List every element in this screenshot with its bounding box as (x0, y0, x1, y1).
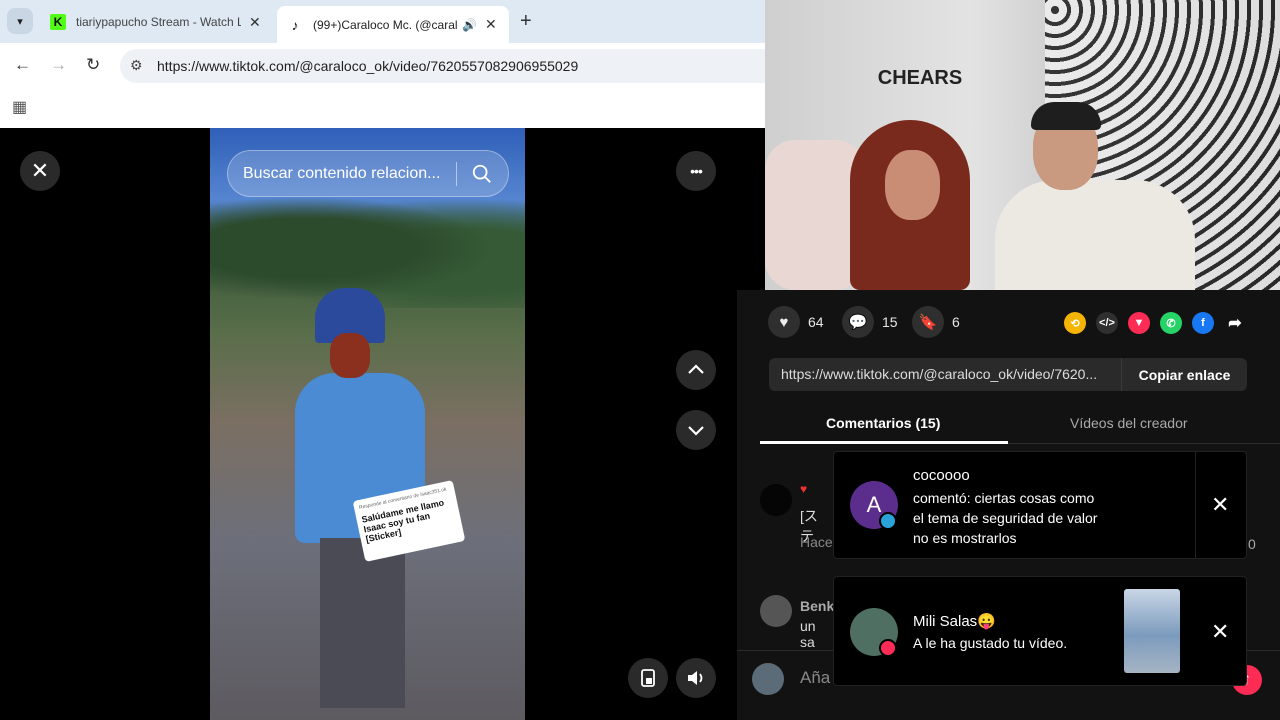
heart-emoji-icon: ♥ (800, 482, 808, 496)
notification-line: el tema de seguridad de valor (913, 510, 1098, 526)
reload-icon[interactable]: ↻ (86, 55, 100, 75)
previous-video-button[interactable] (676, 350, 716, 390)
pants (320, 538, 405, 708)
tab-strip: ▾ K tiariypapucho Stream - Watch L ✕ ♪ (… (0, 0, 765, 43)
video-thumbnail[interactable] (1124, 589, 1180, 673)
tab-kick[interactable]: K tiariypapucho Stream - Watch L ✕ (40, 6, 275, 38)
send-to-friends-icon[interactable]: ▼ (1128, 312, 1150, 334)
bookmark-icon[interactable]: 🔖 (912, 306, 944, 338)
list-item: Benk un sa (760, 595, 834, 650)
comment-badge-icon (879, 512, 897, 530)
notification-line: comentó: ciertas cosas como (913, 490, 1095, 506)
comment-count: 15 (882, 314, 898, 330)
notification-user: cocoooo (913, 467, 970, 484)
facebook-icon[interactable]: f (1192, 312, 1214, 334)
comment-icon[interactable]: 💬 (842, 306, 874, 338)
save-count: 6 (952, 314, 960, 330)
kick-favicon-icon: K (50, 14, 66, 30)
share-arrow-icon[interactable]: ➦ (1224, 312, 1246, 334)
heart-badge-icon (879, 639, 897, 657)
url-text[interactable]: https://www.tiktok.com/@caraloco_ok/vide… (157, 58, 578, 74)
woman-face (885, 150, 940, 220)
like-count: 64 (808, 314, 824, 330)
notification-body: A le ha gustado tu vídeo. (913, 633, 1067, 653)
tab-comments[interactable]: Comentarios (15) (826, 415, 940, 431)
video-frame[interactable]: Buscar contenido relacion... Responde al… (210, 128, 525, 720)
face (330, 333, 370, 378)
picture-in-picture-button[interactable] (628, 658, 668, 698)
tab-close-icon[interactable]: ✕ (485, 16, 497, 33)
like-notification[interactable]: Mili Salas😛 A le ha gustado tu vídeo. ✕ (833, 576, 1247, 686)
embed-icon[interactable]: </> (1096, 312, 1118, 334)
tab-title: (99+)Caraloco Mc. (@caralo (313, 17, 458, 32)
apps-grid-icon[interactable]: ▦ (12, 97, 27, 117)
notification-line: no es mostrarlos (913, 530, 1017, 546)
close-icon[interactable]: ✕ (1211, 492, 1229, 518)
whatsapp-icon[interactable]: ✆ (1160, 312, 1182, 334)
comment-like-count: 0 (1248, 536, 1256, 552)
video-link-text: https://www.tiktok.com/@caraloco_ok/vide… (781, 366, 1098, 382)
tab-close-icon[interactable]: ✕ (249, 14, 261, 31)
search-icon[interactable] (471, 163, 493, 185)
avatar[interactable] (760, 484, 792, 516)
man-shirt (995, 180, 1195, 290)
back-icon[interactable]: ← (14, 55, 31, 75)
video-link-box: https://www.tiktok.com/@caraloco_ok/vide… (769, 358, 1247, 391)
forward-icon[interactable]: → (50, 55, 67, 75)
comment-text: un sa (800, 618, 816, 650)
wall-sign-text: CHEARS (877, 67, 963, 89)
wall-sign: CHEARS (865, 12, 975, 102)
tiktok-favicon-icon: ♪ (291, 16, 299, 33)
audio-playing-icon[interactable]: 🔊 (462, 18, 477, 32)
chevron-up-icon (688, 364, 704, 374)
active-tab-indicator (760, 441, 1008, 444)
next-video-button[interactable] (676, 410, 716, 450)
browser-toolbar: ← → ↻ ⚙ https://www.tiktok.com/@caraloco… (0, 43, 780, 89)
heart-icon[interactable]: ♥ (768, 306, 800, 338)
repost-icon[interactable]: ⟲ (1064, 312, 1086, 334)
volume-icon (688, 671, 703, 685)
divider (1195, 452, 1196, 558)
comment-meta: Hace (800, 534, 833, 550)
comment-stat[interactable]: 💬 15 (842, 305, 898, 339)
list-item: ♥ [ステ Hace (760, 482, 833, 550)
webcam-overlay: CHEARS (765, 0, 1280, 290)
tab-search-button[interactable]: ▾ (7, 8, 33, 34)
notification-user: Mili Salas😛 (913, 613, 996, 630)
comment-tabs: Comentarios (15) Vídeos del creador (760, 408, 1280, 444)
tab-creator-videos[interactable]: Vídeos del creador (1070, 415, 1188, 431)
bookmarks-bar: ▦ (0, 89, 765, 125)
my-avatar (752, 663, 784, 695)
comment-author[interactable]: Benk (800, 598, 834, 614)
site-info-icon[interactable]: ⚙ (130, 57, 143, 74)
divider (456, 162, 457, 186)
notification-line: A le ha gustado tu vídeo. (913, 635, 1068, 651)
tab-title: tiariypapucho Stream - Watch L (76, 15, 241, 29)
more-options-button[interactable]: ••• (676, 151, 716, 191)
browser-window: ▾ K tiariypapucho Stream - Watch L ✕ ♪ (… (0, 0, 780, 128)
add-comment-input[interactable]: Aña (800, 668, 830, 688)
tab-tiktok[interactable]: ♪ (99+)Caraloco Mc. (@caralo 🔊 ✕ (277, 6, 509, 43)
like-stat[interactable]: ♥ 64 (768, 305, 824, 339)
avatar[interactable] (760, 595, 792, 627)
chevron-down-icon (688, 426, 704, 436)
save-stat[interactable]: 🔖 6 (912, 305, 960, 339)
notification-body: comentó: ciertas cosas como el tema de s… (913, 488, 1097, 548)
search-placeholder: Buscar contenido relacion... (243, 165, 441, 182)
new-tab-button[interactable]: + (520, 10, 532, 33)
comment-notification[interactable]: A cocoooo comentó: ciertas cosas como el… (833, 451, 1247, 559)
volume-button[interactable] (676, 658, 716, 698)
related-search-box[interactable]: Buscar contenido relacion... (227, 150, 509, 197)
chevron-down-icon: ▾ (17, 15, 23, 28)
video-stats: ♥ 64 💬 15 🔖 6 ⟲ </> ▼ ✆ f ➦ (768, 305, 1280, 341)
close-icon[interactable]: ✕ (1211, 619, 1229, 645)
floating-player-icon (641, 669, 655, 687)
man-hair (1031, 102, 1101, 130)
close-video-button[interactable]: ✕ (20, 151, 60, 191)
copy-link-button[interactable]: Copiar enlace (1121, 358, 1247, 391)
video-player: ✕ Buscar contenido relacion... Responde … (0, 128, 765, 720)
address-bar[interactable]: ⚙ https://www.tiktok.com/@caraloco_ok/vi… (120, 49, 780, 83)
